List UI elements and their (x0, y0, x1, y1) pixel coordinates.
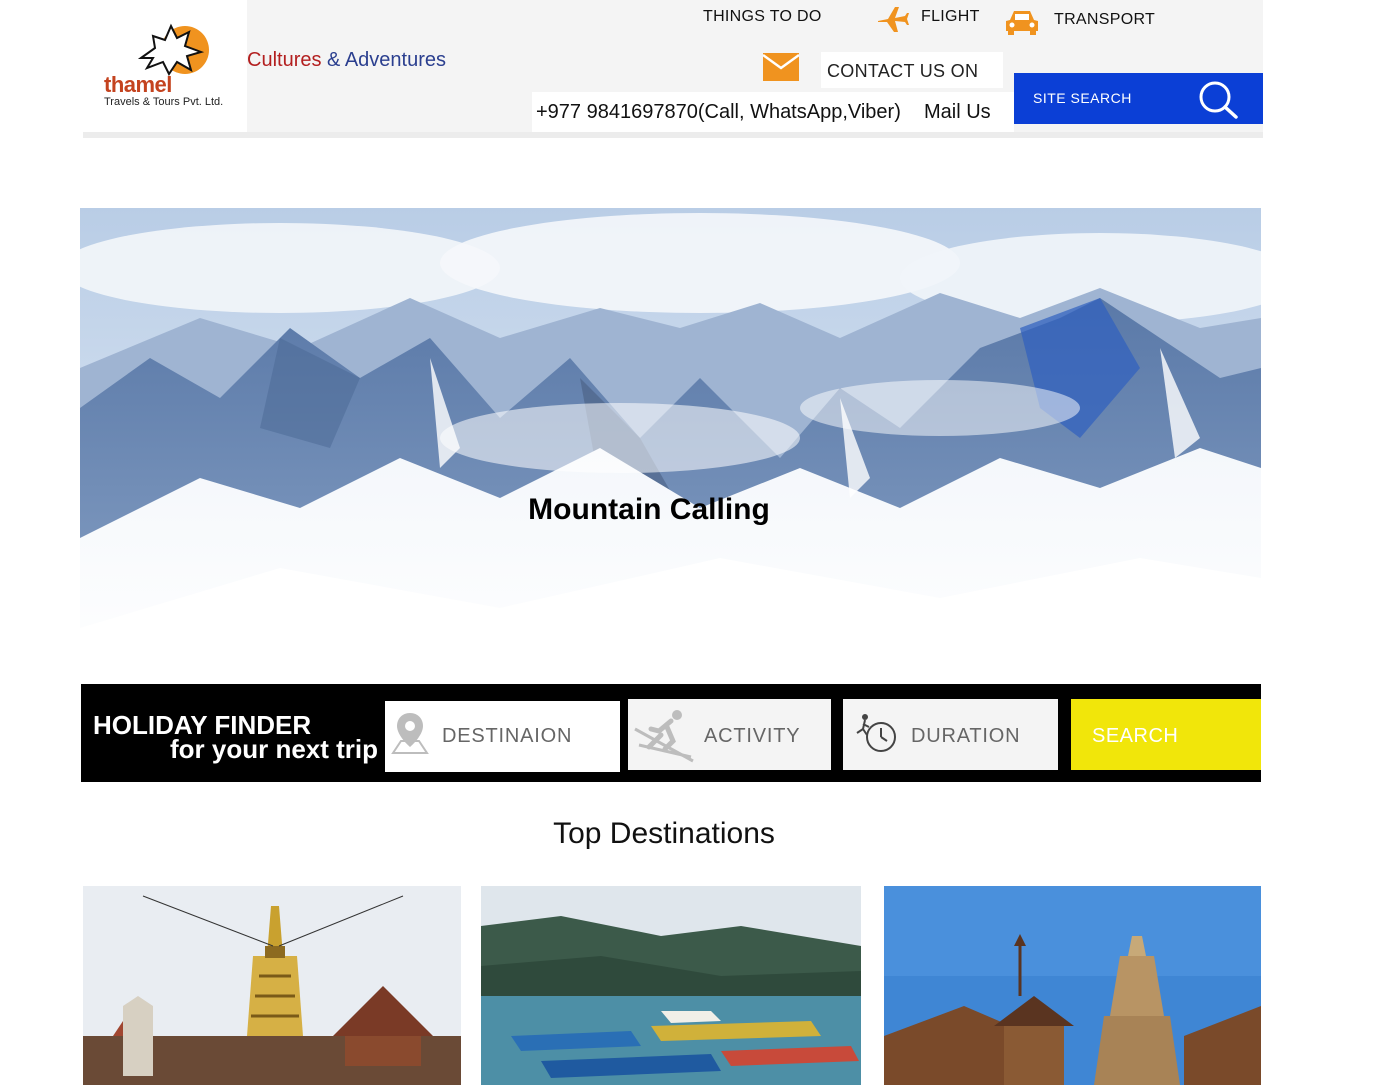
stupa-image (83, 886, 461, 1085)
destination-card[interactable] (884, 886, 1261, 1085)
hero-title: Mountain Calling (528, 493, 770, 526)
contact-label: CONTACT US ON (827, 61, 979, 81)
header-divider (83, 132, 1263, 138)
tagline-adventures: & Adventures (327, 49, 447, 71)
nav-flight[interactable]: FLIGHT (921, 8, 980, 26)
mail-us-link[interactable]: Mail Us (924, 101, 991, 124)
activity-label: ACTIVITY (704, 725, 801, 747)
phone-number[interactable]: +977 9841697870(Call, WhatsApp,Viber) (536, 101, 901, 124)
destination-label: DESTINAION (442, 725, 573, 747)
map-pin-icon (391, 713, 429, 754)
airplane-icon (878, 7, 909, 32)
temple-image (884, 886, 1261, 1085)
tagline-cultures: Cultures (247, 49, 322, 71)
site-search-label: SITE SEARCH (1033, 90, 1132, 106)
tagline: Cultures & Adventures (247, 49, 446, 72)
lake-boats-image (481, 886, 861, 1085)
logo[interactable]: thamel Travels & Tours Pvt. Ltd. (83, 0, 247, 132)
activity-field[interactable]: ACTIVITY (628, 699, 831, 770)
holiday-finder: HOLIDAY FINDER for your next trip DESTIN… (81, 684, 1261, 782)
phone-bar: +977 9841697870(Call, WhatsApp,Viber) Ma… (532, 92, 1014, 132)
nav-things-to-do[interactable]: THINGS TO DO (703, 8, 822, 26)
skier-icon (634, 710, 694, 763)
destination-field[interactable]: DESTINAION (385, 701, 620, 772)
logo-wordmark: thamel (104, 72, 172, 97)
car-icon (1006, 11, 1038, 35)
envelope-icon (763, 53, 799, 81)
stopwatch-icon (856, 714, 896, 752)
search-icon (1199, 81, 1238, 119)
duration-label: DURATION (911, 725, 1021, 747)
destination-card[interactable] (481, 886, 861, 1085)
holiday-search-button[interactable]: SEARCH (1071, 699, 1261, 770)
nav-transport[interactable]: TRANSPORT (1054, 11, 1155, 29)
destination-card[interactable] (83, 886, 461, 1085)
top-destinations-title: Top Destinations (553, 817, 775, 850)
site-search-button[interactable]: SITE SEARCH (1014, 73, 1263, 124)
logo-mark-icon (137, 23, 209, 76)
contact-label-box: CONTACT US ON (821, 52, 1003, 88)
logo-subtitle: Travels & Tours Pvt. Ltd. (104, 96, 224, 108)
hero-banner: Mountain Calling (80, 208, 1261, 684)
finder-subtitle: for your next trip (170, 734, 379, 764)
mountain-image (80, 208, 1261, 684)
duration-field[interactable]: DURATION (843, 699, 1058, 770)
holiday-search-label: SEARCH (1092, 725, 1179, 747)
